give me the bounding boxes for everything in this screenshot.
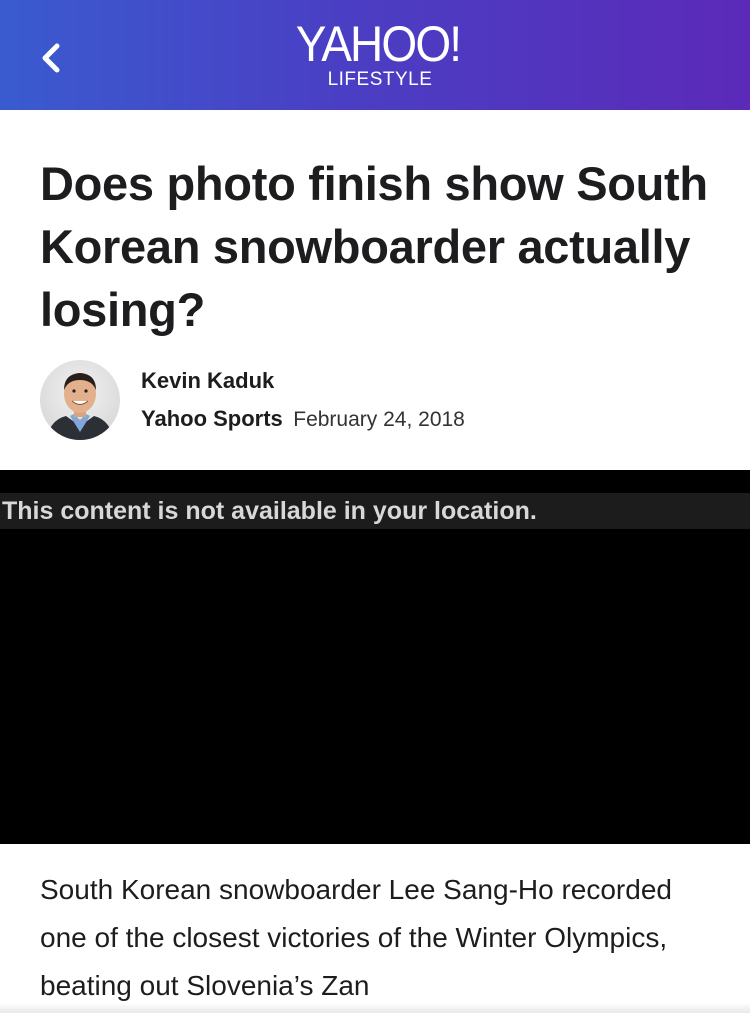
yahoo-lifestyle-logo[interactable]: YAHOO! LIFESTYLE [0,18,750,90]
app-header: YAHOO! LIFESTYLE [0,0,750,110]
publish-date: February 24, 2018 [293,408,465,431]
bottom-edge-shadow [0,1003,750,1013]
author-avatar[interactable] [40,360,120,440]
article-byline: Kevin Kaduk Yahoo Sports February 24, 20… [40,358,720,442]
source-and-date: Yahoo Sports February 24, 2018 [141,406,465,432]
article-source[interactable]: Yahoo Sports [141,406,283,431]
logo-wordmark: YAHOO! [295,16,462,72]
video-notice-bar: This content is not available in your lo… [0,493,750,529]
article-headline: Does photo finish show South Korean snow… [40,157,708,336]
logo-subtitle: LIFESTYLE [327,69,433,90]
video-player[interactable]: This content is not available in your lo… [0,470,750,844]
article-body-paragraph: South Korean snowboarder Lee Sang-Ho rec… [40,874,672,1001]
author-name[interactable]: Kevin Kaduk [141,368,274,394]
video-unavailable-message: This content is not available in your lo… [2,497,537,525]
